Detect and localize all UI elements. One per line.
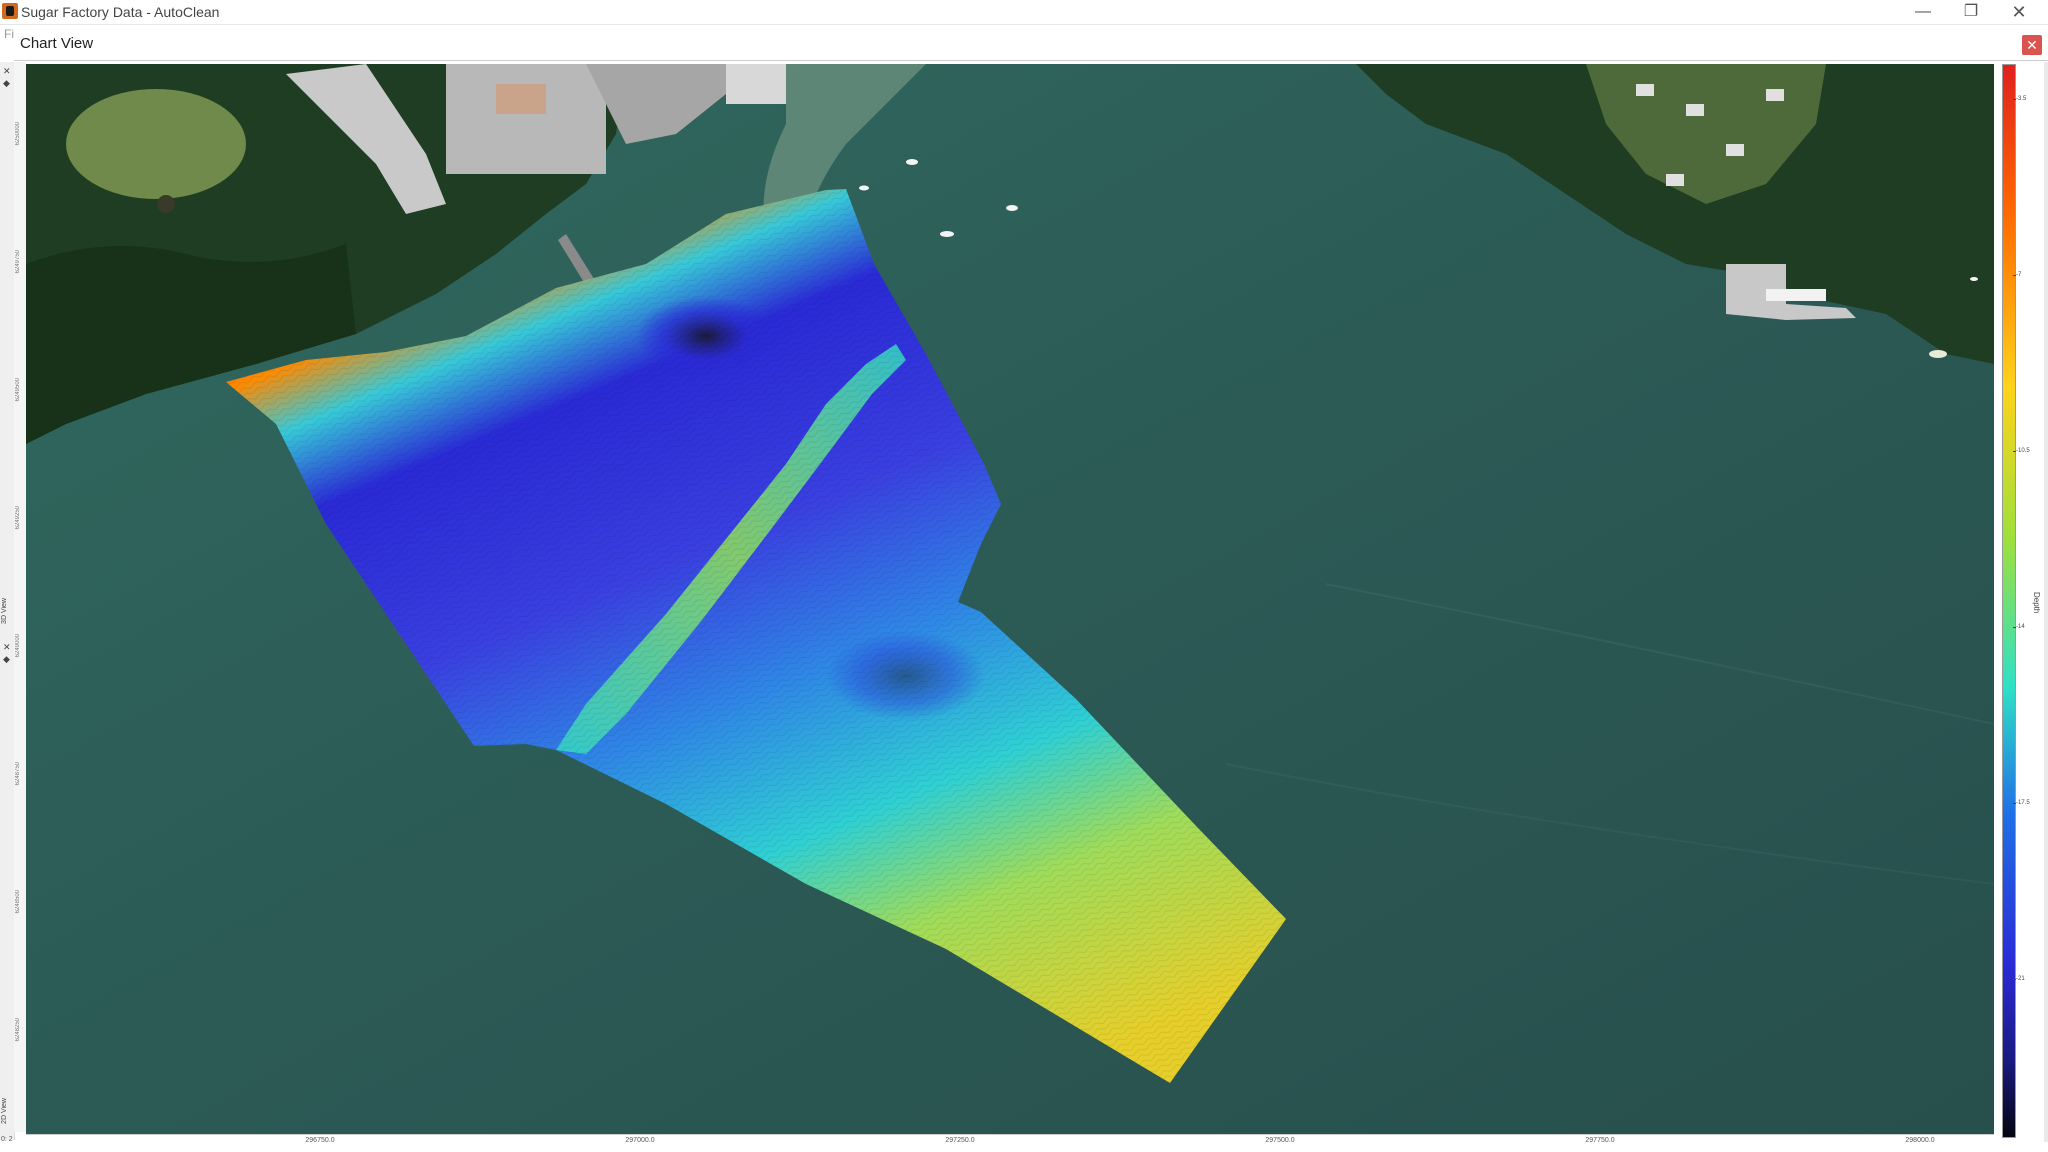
restore-button[interactable]: ❐	[1948, 0, 1994, 24]
factory-shed	[726, 64, 786, 104]
dock-pin-icon[interactable]: ◆	[3, 78, 10, 89]
colorbar-tick: -3.5	[2012, 96, 2027, 102]
y-tick-label: 6249250	[15, 506, 21, 530]
colorbar-tick: -14	[2013, 624, 2025, 630]
dock-close-icon[interactable]: ✕	[3, 66, 11, 77]
depth-colorbar-legend: -3.5 -7 -10.5 -14 -17.5 -21 Depth	[1994, 62, 2048, 1142]
dock-tab-3d-view[interactable]: 3D View	[1, 598, 8, 624]
colorbar-tick: -7	[2012, 272, 2022, 278]
colorbar-tick: -21	[2013, 976, 2025, 982]
x-tick-label: 297250.0	[945, 1137, 975, 1144]
x-tick-label: 298000.0	[1905, 1137, 1935, 1144]
colorbar-gradient	[2002, 64, 2016, 1138]
dock-pin-icon-2[interactable]: ◆	[3, 654, 10, 665]
dock-tab-2d-view[interactable]: 2D View	[1, 1098, 8, 1124]
boat	[940, 231, 954, 237]
colorbar-tick: -10.5	[2013, 448, 2030, 454]
boat	[1970, 277, 1978, 281]
minimize-button[interactable]: —	[1900, 0, 1946, 24]
close-window-button[interactable]: ✕	[1996, 0, 2042, 24]
chart-view-header: Chart View ✕	[14, 30, 2048, 61]
y-tick-label: 6249500	[15, 378, 21, 402]
factory-complex	[446, 64, 606, 174]
y-tick-label: 6248500	[15, 890, 21, 914]
map-svg[interactable]	[26, 64, 1994, 1134]
x-tick-label: 296750.0	[305, 1137, 335, 1144]
menu-bar-stub[interactable]: Fi	[4, 27, 14, 41]
boat	[1006, 205, 1018, 211]
boat	[859, 185, 869, 191]
park-feature	[157, 195, 175, 213]
colorbar-tick: -17.5	[2013, 800, 2030, 806]
y-tick-label: 6250000	[15, 122, 21, 146]
house	[1726, 144, 1744, 156]
boat	[906, 159, 918, 165]
y-tick-label: 6249750	[15, 250, 21, 274]
x-tick-label: 297500.0	[1265, 1137, 1295, 1144]
y-tick-label: 6249000	[15, 634, 21, 658]
y-axis: 6250000 6249750 6249500 6249250 6249000 …	[14, 62, 26, 1132]
panel-title: Chart View	[20, 35, 94, 52]
window-title: Sugar Factory Data - AutoClean	[21, 4, 220, 20]
moored-ship	[1766, 289, 1826, 301]
x-tick-label: 297000.0	[625, 1137, 655, 1144]
status-corner-text: 0: 2	[1, 1136, 13, 1143]
house	[1686, 104, 1704, 116]
close-panel-button[interactable]: ✕	[2022, 35, 2042, 55]
colorbar-label: Depth	[2032, 592, 2041, 614]
window-titlebar: Sugar Factory Data - AutoClean — ❐ ✕	[0, 0, 2048, 25]
chart-map-canvas[interactable]	[26, 64, 1994, 1134]
x-tick-label: 297750.0	[1585, 1137, 1615, 1144]
dock-side-strip: ✕ ◆ 3D View ✕ ◆ 2D View	[0, 62, 15, 1140]
house	[1766, 89, 1784, 101]
y-tick-label: 6248250	[15, 1018, 21, 1042]
dock-close-icon-2[interactable]: ✕	[3, 642, 11, 653]
house	[1666, 174, 1684, 186]
y-tick-label: 6248750	[15, 762, 21, 786]
app-logo-icon	[2, 3, 18, 19]
house	[1636, 84, 1654, 96]
vertical-scrollbar[interactable]	[2044, 62, 2048, 1142]
park-clearing	[66, 89, 246, 199]
x-axis: 296750.0 297000.0 297250.0 297500.0 2977…	[26, 1134, 1994, 1149]
factory-roof	[496, 84, 546, 114]
boat	[1929, 350, 1947, 358]
